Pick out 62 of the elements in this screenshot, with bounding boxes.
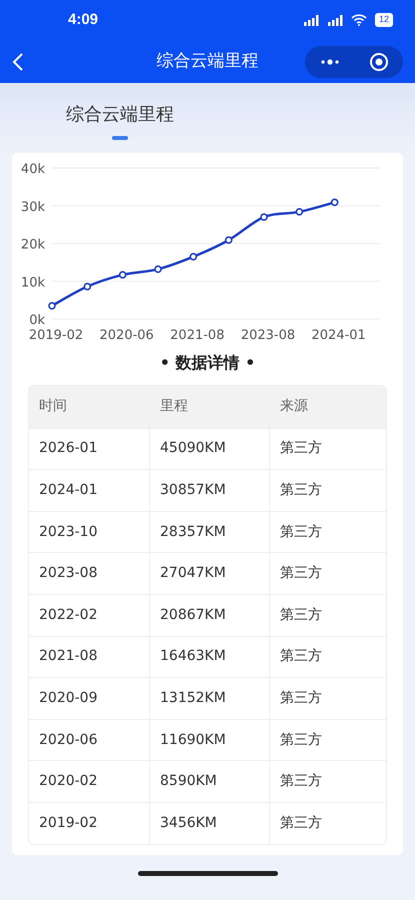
table-cell-text: 2021-08 bbox=[38, 647, 98, 666]
table-cell: 20867KM bbox=[149, 594, 269, 636]
table-cell-text: 2026-01 bbox=[38, 439, 98, 458]
column-header: 时间 bbox=[38, 397, 68, 416]
table-cell-text: 2019-02 bbox=[38, 814, 98, 833]
data-point bbox=[330, 198, 338, 206]
axis-label: 0k bbox=[29, 313, 45, 328]
axis-label: 20k bbox=[20, 238, 45, 252]
table-cell: 第三方 bbox=[269, 802, 386, 844]
table-cell: 11690KM bbox=[149, 720, 269, 760]
page-title: 综合云端里程 bbox=[156, 50, 260, 73]
data-point bbox=[190, 252, 198, 261]
axis-label: 2021-08 bbox=[170, 328, 224, 343]
table-cell-text: 2020-02 bbox=[38, 772, 98, 792]
column-header: 来源 bbox=[269, 386, 386, 428]
table-cell: 第三方 bbox=[269, 594, 386, 636]
wifi-icon bbox=[350, 14, 367, 26]
table-cell: 28357KM bbox=[149, 512, 269, 552]
table-cell: 第三方 bbox=[269, 678, 386, 719]
table-cell-text: 2020-09 bbox=[38, 688, 98, 708]
section-title: • 数据详情 • bbox=[158, 352, 256, 374]
table-cell: 第三方 bbox=[269, 553, 386, 594]
data-point bbox=[154, 265, 162, 273]
data-point bbox=[84, 282, 92, 290]
table-cell: 16463KM bbox=[149, 636, 269, 678]
axis-label: 40k bbox=[20, 162, 45, 177]
table-cell: 8590KM bbox=[149, 761, 269, 802]
table-cell-text: 2020-06 bbox=[38, 730, 98, 750]
table-cell-text: 2023-08 bbox=[38, 564, 98, 584]
clock-time: 4:09 bbox=[68, 10, 98, 30]
close-icon bbox=[368, 52, 388, 72]
back-icon bbox=[12, 52, 24, 72]
signal-icon bbox=[302, 14, 319, 26]
table-cell: 第三方 bbox=[269, 761, 386, 802]
axis-label: 30k bbox=[20, 200, 45, 215]
table-cell-text: 2024-01 bbox=[38, 480, 98, 500]
axis-label: 10k bbox=[20, 275, 45, 290]
data-point bbox=[260, 213, 268, 221]
table-cell: 第三方 bbox=[269, 720, 386, 760]
axis-label: 2019-02 bbox=[28, 328, 84, 343]
data-point bbox=[48, 302, 56, 310]
data-point bbox=[296, 208, 304, 216]
table-cell-text: 2022-02 bbox=[38, 606, 98, 625]
more-icon bbox=[320, 58, 340, 64]
table-cell: 第三方 bbox=[269, 470, 386, 511]
table-cell: 30857KM bbox=[149, 470, 269, 511]
table-cell: 3456KM bbox=[149, 802, 269, 844]
axis-label: 2020-06 bbox=[100, 328, 154, 343]
data-point bbox=[118, 271, 126, 279]
axis-label: 2023-08 bbox=[240, 328, 296, 343]
data-point bbox=[224, 236, 232, 244]
column-header: 里程 bbox=[149, 386, 269, 428]
battery-level: 12 bbox=[374, 13, 393, 27]
table-cell: 13152KM bbox=[149, 678, 269, 719]
table-cell: 第三方 bbox=[269, 512, 386, 552]
signal-icon bbox=[326, 14, 343, 26]
table-cell: 45090KM bbox=[149, 428, 269, 470]
table-cell: 第三方 bbox=[269, 428, 386, 470]
table-cell-text: 2023-10 bbox=[38, 522, 98, 542]
table-cell: 27047KM bbox=[149, 553, 269, 594]
table-cell: 第三方 bbox=[269, 636, 386, 678]
axis-label: 2024-01 bbox=[312, 328, 366, 343]
